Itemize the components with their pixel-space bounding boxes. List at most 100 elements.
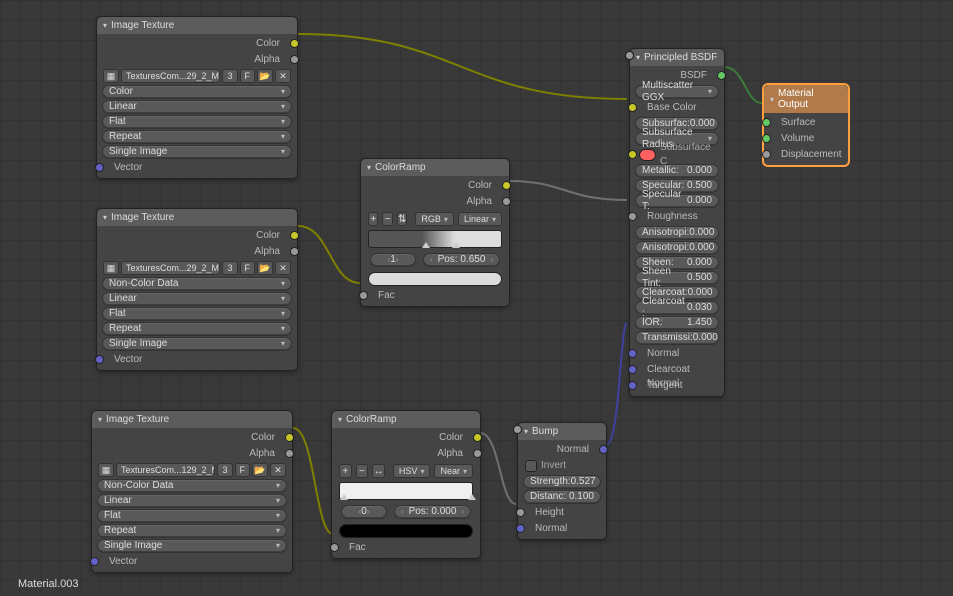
image-browse-icon[interactable]: ▦ bbox=[98, 463, 114, 477]
node-header[interactable]: ▾ Material Output bbox=[764, 85, 848, 113]
ramp-stop-index[interactable]: ‹1› bbox=[370, 253, 416, 267]
socket-color-out[interactable] bbox=[285, 433, 294, 442]
ramp-stop[interactable] bbox=[340, 494, 348, 500]
distance-input[interactable]: Distanc:0.100 bbox=[523, 490, 601, 504]
spectint-input[interactable]: Specular T:0.000 bbox=[635, 194, 719, 208]
ramp-add-button[interactable]: + bbox=[339, 464, 352, 478]
node-bump[interactable]: ▾ Bump Normal Invert Strength:0.527 Dist… bbox=[517, 422, 607, 540]
node-colorramp-1[interactable]: ▾ ColorRamp Color Alpha + − ⇅ RGB Linear… bbox=[360, 158, 510, 307]
image-file-name[interactable]: TexturesCom...29_2_M.jpg bbox=[121, 69, 220, 83]
socket-vector-in[interactable] bbox=[95, 355, 104, 364]
node-header[interactable]: ▾ Principled BSDF bbox=[630, 49, 724, 66]
color-space-select[interactable]: Non-Color Data bbox=[102, 277, 292, 291]
image-browse-icon[interactable]: ▦ bbox=[103, 69, 119, 83]
image-open-icon[interactable]: 📂 bbox=[257, 69, 273, 83]
ramp-interp-select[interactable]: Linear bbox=[458, 212, 502, 226]
collapse-icon[interactable]: ▾ bbox=[103, 213, 107, 222]
node-header[interactable]: ▾ Image Texture bbox=[97, 17, 297, 34]
source-select[interactable]: Single Image bbox=[102, 145, 292, 159]
socket-alpha-out[interactable] bbox=[290, 247, 299, 256]
ramp-remove-button[interactable]: − bbox=[382, 212, 392, 226]
image-unlink-icon[interactable]: ✕ bbox=[275, 261, 291, 275]
anisorot-input[interactable]: Anisotropi:0.000 bbox=[635, 241, 719, 255]
socket-in[interactable] bbox=[628, 150, 637, 159]
ramp-stop[interactable] bbox=[422, 242, 430, 248]
node-header[interactable]: ▾ Image Texture bbox=[92, 411, 292, 428]
socket-distance-in[interactable] bbox=[513, 425, 522, 434]
socket-vector-in[interactable] bbox=[90, 557, 99, 566]
ramp-stop[interactable] bbox=[468, 494, 476, 500]
projection-select[interactable]: Flat bbox=[97, 509, 287, 523]
socket-volume-in[interactable] bbox=[762, 134, 771, 143]
node-principled-bsdf[interactable]: ▾ Principled BSDF BSDF Multiscatter GGX … bbox=[629, 48, 725, 397]
ramp-add-button[interactable]: + bbox=[368, 212, 378, 226]
image-unlink-icon[interactable]: ✕ bbox=[275, 69, 291, 83]
source-select[interactable]: Single Image bbox=[102, 337, 292, 351]
socket-color-out[interactable] bbox=[290, 231, 299, 240]
ramp-interp-select[interactable]: Near bbox=[434, 464, 473, 478]
socket-alpha-out[interactable] bbox=[285, 449, 294, 458]
image-browse-icon[interactable]: ▦ bbox=[103, 261, 119, 275]
node-header[interactable]: ▾ Bump bbox=[518, 423, 606, 440]
image-file-name[interactable]: TexturesCom...129_2_M.jpg bbox=[116, 463, 215, 477]
sss-color-swatch[interactable] bbox=[639, 149, 656, 161]
interpolation-select[interactable]: Linear bbox=[102, 100, 292, 114]
color-space-select[interactable]: Non-Color Data bbox=[97, 479, 287, 493]
image-open-icon[interactable]: 📂 bbox=[252, 463, 268, 477]
socket-basecolor-in[interactable] bbox=[628, 103, 637, 112]
ramp-stop[interactable] bbox=[452, 242, 460, 248]
socket-bsdf-out[interactable] bbox=[717, 71, 726, 80]
extension-select[interactable]: Repeat bbox=[97, 524, 287, 538]
ramp-pos-input[interactable]: ‹Pos: 0.650› bbox=[423, 253, 500, 267]
socket-fac-in[interactable] bbox=[359, 291, 368, 300]
socket-height-in[interactable] bbox=[516, 508, 525, 517]
ramp-tools-icon[interactable]: ↔ bbox=[372, 464, 385, 478]
collapse-icon[interactable]: ▾ bbox=[524, 427, 528, 436]
socket-normal-out[interactable] bbox=[599, 445, 608, 454]
collapse-icon[interactable]: ▾ bbox=[98, 415, 102, 424]
node-header[interactable]: ▾ ColorRamp bbox=[361, 159, 509, 176]
collapse-icon[interactable]: ▾ bbox=[103, 21, 107, 30]
node-image-texture-3[interactable]: ▾ Image Texture Color Alpha ▦ TexturesCo… bbox=[91, 410, 293, 573]
ramp-tools-icon[interactable]: ⇅ bbox=[397, 212, 407, 226]
strength-input[interactable]: Strength:0.527 bbox=[523, 475, 601, 489]
node-colorramp-2[interactable]: ▾ ColorRamp Color Alpha + − ↔ HSV Near ‹… bbox=[331, 410, 481, 559]
socket-roughness-in[interactable] bbox=[628, 212, 637, 221]
collapse-icon[interactable]: ▾ bbox=[367, 163, 371, 172]
extension-select[interactable]: Repeat bbox=[102, 130, 292, 144]
socket-alpha-out[interactable] bbox=[502, 197, 511, 206]
socket-normal-in[interactable] bbox=[628, 349, 637, 358]
node-material-output[interactable]: ▾ Material Output Surface Volume Displac… bbox=[763, 84, 849, 166]
ramp-stop-color[interactable] bbox=[368, 272, 502, 286]
ramp-remove-button[interactable]: − bbox=[356, 464, 369, 478]
socket-surface-in[interactable] bbox=[762, 118, 771, 127]
color-space-select[interactable]: Color bbox=[102, 85, 292, 99]
collapse-icon[interactable]: ▾ bbox=[636, 53, 640, 62]
extension-select[interactable]: Repeat bbox=[102, 322, 292, 336]
interpolation-select[interactable]: Linear bbox=[102, 292, 292, 306]
ramp-pos-input[interactable]: ‹Pos: 0.000› bbox=[394, 505, 471, 519]
transmission-input[interactable]: Transmissi:0.000 bbox=[635, 331, 719, 345]
node-image-texture-1[interactable]: ▾ Image Texture Color Alpha ▦ TexturesCo… bbox=[96, 16, 298, 179]
ramp-stop-index[interactable]: ‹0› bbox=[341, 505, 387, 519]
socket-vector-in[interactable] bbox=[95, 163, 104, 172]
socket-tangent-in[interactable] bbox=[628, 381, 637, 390]
invert-checkbox[interactable] bbox=[525, 460, 537, 472]
ramp-mode-select[interactable]: HSV bbox=[393, 464, 431, 478]
image-unlink-icon[interactable]: ✕ bbox=[270, 463, 286, 477]
socket-color-out[interactable] bbox=[290, 39, 299, 48]
collapse-icon[interactable]: ▾ bbox=[770, 95, 774, 104]
image-file-name[interactable]: TexturesCom...29_2_M.jpg bbox=[121, 261, 220, 275]
anisotropic-input[interactable]: Anisotropi:0.000 bbox=[635, 226, 719, 240]
ramp-mode-select[interactable]: RGB bbox=[415, 212, 454, 226]
socket-color-out[interactable] bbox=[473, 433, 482, 442]
image-fakeuser[interactable]: F bbox=[240, 69, 256, 83]
socket-alpha-out[interactable] bbox=[290, 55, 299, 64]
node-header[interactable]: ▾ ColorRamp bbox=[332, 411, 480, 428]
image-users[interactable]: 3 bbox=[222, 261, 237, 275]
projection-select[interactable]: Flat bbox=[102, 115, 292, 129]
interpolation-select[interactable]: Linear bbox=[97, 494, 287, 508]
image-open-icon[interactable]: 📂 bbox=[257, 261, 273, 275]
socket-in[interactable] bbox=[625, 51, 634, 60]
collapse-icon[interactable]: ▾ bbox=[338, 415, 342, 424]
